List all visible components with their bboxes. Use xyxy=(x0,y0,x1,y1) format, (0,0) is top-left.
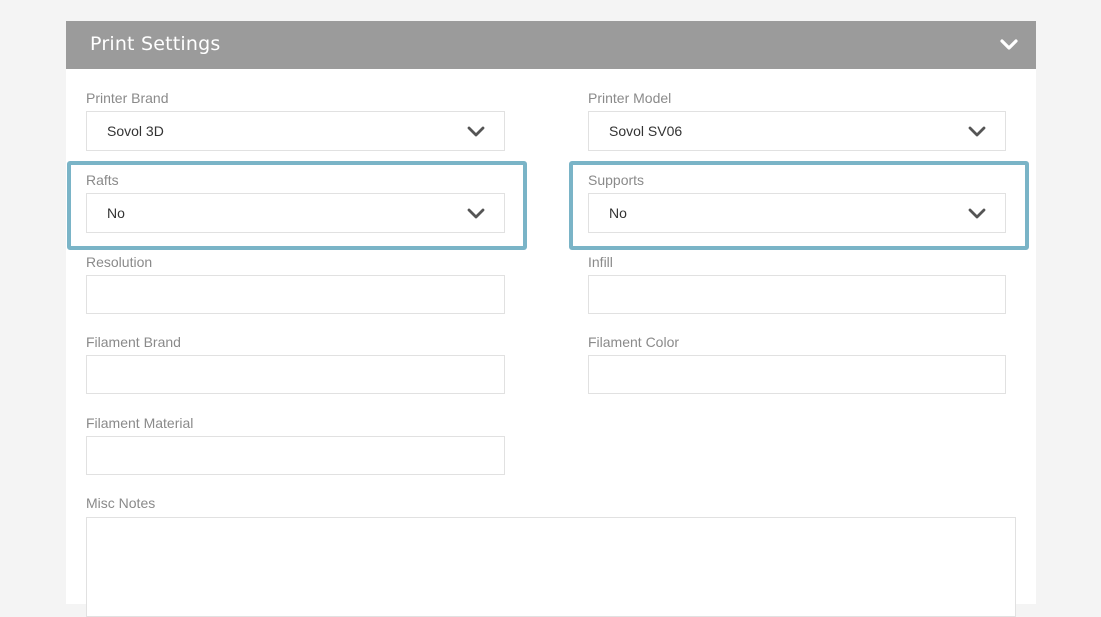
resolution-label: Resolution xyxy=(86,254,153,270)
rafts-value: No xyxy=(107,205,125,221)
supports-select[interactable]: No xyxy=(588,193,1006,233)
filament-material-input[interactable] xyxy=(86,436,505,475)
chevron-down-icon xyxy=(467,208,485,219)
panel-header[interactable]: Print Settings xyxy=(66,21,1036,69)
chevron-down-icon[interactable] xyxy=(998,35,1020,55)
filament-brand-label: Filament Brand xyxy=(86,334,181,350)
printer-brand-value: Sovol 3D xyxy=(107,123,164,139)
infill-label: Infill xyxy=(588,254,613,270)
panel-title: Print Settings xyxy=(90,33,221,55)
chevron-down-icon xyxy=(467,126,485,137)
printer-model-value: Sovol SV06 xyxy=(609,123,683,139)
chevron-down-icon xyxy=(968,126,986,137)
printer-model-label: Printer Model xyxy=(588,90,672,106)
filament-color-label: Filament Color xyxy=(588,334,680,350)
misc-notes-textarea[interactable] xyxy=(86,517,1016,617)
filament-color-input[interactable] xyxy=(588,355,1006,394)
infill-input[interactable] xyxy=(588,275,1006,314)
filament-material-label: Filament Material xyxy=(86,415,194,431)
printer-model-select[interactable]: Sovol SV06 xyxy=(588,111,1006,151)
rafts-select[interactable]: No xyxy=(86,193,505,233)
supports-label: Supports xyxy=(588,172,645,188)
supports-value: No xyxy=(609,205,627,221)
chevron-down-icon xyxy=(968,208,986,219)
rafts-label: Rafts xyxy=(86,172,119,188)
printer-brand-label: Printer Brand xyxy=(86,90,169,106)
misc-notes-label: Misc Notes xyxy=(86,495,156,511)
resolution-input[interactable] xyxy=(86,275,505,314)
printer-brand-select[interactable]: Sovol 3D xyxy=(86,111,505,151)
filament-brand-input[interactable] xyxy=(86,355,505,394)
